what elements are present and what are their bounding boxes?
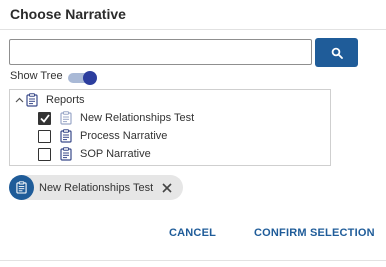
- search-button[interactable]: [315, 38, 358, 67]
- confirm-selection-button[interactable]: CONFIRM SELECTION: [254, 227, 375, 239]
- document-icon: [60, 147, 72, 161]
- tree-item-label: SOP Narrative: [80, 148, 151, 160]
- item-checkbox[interactable]: [38, 147, 51, 161]
- tree-item-label: New Relationships Test: [80, 112, 195, 124]
- item-checkbox[interactable]: [38, 111, 51, 125]
- footer-divider: [0, 260, 386, 261]
- document-icon: [26, 93, 38, 107]
- tree-root-label: Reports: [46, 94, 85, 106]
- chevron-up-icon[interactable]: [14, 95, 24, 105]
- choose-narrative-dialog: Choose Narrative Show Tree Reports New R…: [0, 0, 386, 267]
- toggle-knob: [83, 71, 97, 85]
- header-divider: [0, 29, 386, 30]
- document-icon: [16, 181, 27, 194]
- item-checkbox[interactable]: [38, 129, 51, 143]
- tree-item[interactable]: Process Narrative: [38, 127, 167, 145]
- tree-item[interactable]: New Relationships Test: [38, 109, 194, 127]
- chip-label: New Relationships Test: [39, 181, 154, 194]
- document-icon: [60, 111, 72, 125]
- tree-item[interactable]: SOP Narrative: [38, 145, 151, 163]
- check-icon: [39, 113, 50, 123]
- document-icon: [60, 129, 72, 143]
- show-tree-toggle[interactable]: [68, 71, 97, 85]
- narrative-tree: Reports New Relationships Test Process N…: [9, 89, 331, 166]
- selected-chip: New Relationships Test: [9, 175, 183, 200]
- tree-root-reports[interactable]: Reports: [14, 91, 85, 109]
- tree-item-label: Process Narrative: [80, 130, 168, 142]
- search-icon: [331, 47, 343, 59]
- chip-avatar: [9, 175, 34, 200]
- close-icon[interactable]: [162, 182, 172, 193]
- cancel-button[interactable]: CANCEL: [169, 227, 216, 239]
- show-tree-label: Show Tree: [10, 70, 63, 82]
- search-input[interactable]: [9, 39, 312, 65]
- dialog-title: Choose Narrative: [10, 6, 126, 22]
